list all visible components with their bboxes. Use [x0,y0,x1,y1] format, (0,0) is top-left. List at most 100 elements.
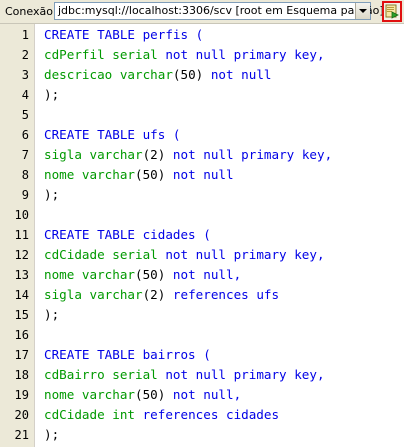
code-line[interactable]: 9); [0,185,404,205]
code-text: ); [44,85,59,105]
code-token: perfis [142,27,189,42]
line-number: 12 [14,248,29,262]
code-line[interactable]: 7 sigla varchar(2) not null primary key, [0,145,404,165]
code-token: not null primary key, [165,47,325,62]
code-line[interactable]: 10 [0,205,404,225]
code-token: (2) [142,287,173,302]
line-number: 7 [21,148,29,162]
code-line[interactable]: 11 CREATE TABLE cidades ( [0,225,404,245]
line-number: 6 [21,128,29,142]
line-number: 13 [14,268,29,282]
line-number: 4 [21,88,29,102]
code-text: ); [44,185,59,205]
code-token: (50) [172,67,211,82]
code-line[interactable]: 8 nome varchar(50) not null [0,165,404,185]
code-line[interactable]: 13 nome varchar(50) not null, [0,265,404,285]
code-token: cdCidade serial [44,247,166,262]
code-token: not null, [172,267,242,282]
code-token: CREATE TABLE ufs ( [44,127,181,142]
line-number: 3 [21,68,29,82]
code-token: nome varchar [44,387,135,402]
code-token: cdBairro serial [44,367,166,382]
code-token: sigla varchar [44,147,143,162]
chevron-down-icon[interactable] [355,3,370,19]
code-line[interactable]: 18 cdBairro serial not null primary key, [0,365,404,385]
code-text: CREATE TABLE cidades ( [44,225,211,245]
run-sql-icon [385,4,399,19]
code-token: ); [44,87,60,102]
code-text: cdPerfil serial not null primary key, [44,45,325,65]
code-token: ( [188,27,204,42]
code-text: ); [44,305,59,325]
code-text: sigla varchar(2) references ufs [44,285,279,305]
line-number: 2 [21,48,29,62]
code-line[interactable]: 1 CREATE TABLE perfis ( [0,25,404,45]
code-text: descricao varchar(50) not null [44,65,272,85]
code-token: not null primary key, [165,247,325,262]
code-line[interactable]: 5 [0,105,404,125]
code-token: (50) [135,267,173,282]
run-sql-button[interactable] [382,1,402,22]
line-number: 16 [14,328,29,342]
code-line[interactable]: 16 [0,325,404,345]
code-token: not null primary key, [172,147,333,162]
code-line[interactable]: 20 cdCidade int references cidades [0,405,404,425]
code-text: CREATE TABLE bairros ( [44,345,211,365]
code-token: CREATE TABLE [44,27,143,42]
code-text: cdBairro serial not null primary key, [44,365,325,385]
code-text: nome varchar(50) not null, [44,265,241,285]
code-token: ); [44,187,60,202]
line-number: 11 [14,228,29,242]
code-text: ); [44,425,59,445]
line-number: 21 [14,428,29,442]
line-number: 5 [21,108,29,122]
code-line[interactable]: 3 descricao varchar(50) not null [0,65,404,85]
code-text: CREATE TABLE ufs ( [44,125,180,145]
connection-toolbar: Conexão: jdbc:mysql://localhost:3306/scv… [0,0,404,24]
code-text: nome varchar(50) not null [44,165,234,185]
code-token: (2) [142,147,173,162]
code-token: CREATE TABLE cidades ( [44,227,211,242]
line-number: 9 [21,188,29,202]
code-token: references cidades [142,407,280,422]
code-text: cdCidade serial not null primary key, [44,245,325,265]
code-token: sigla varchar [44,287,143,302]
code-line[interactable]: 6 CREATE TABLE ufs ( [0,125,404,145]
code-line[interactable]: 19 nome varchar(50) not null, [0,385,404,405]
line-number: 10 [14,208,29,222]
line-number: 20 [14,408,29,422]
code-line[interactable]: 14 sigla varchar(2) references ufs [0,285,404,305]
code-text: cdCidade int references cidades [44,405,279,425]
code-token: not null, [172,387,242,402]
code-text: CREATE TABLE perfis ( [44,25,203,45]
connection-value: jdbc:mysql://localhost:3306/scv [root em… [58,4,384,17]
code-token: (50) [135,387,173,402]
code-token: not null [172,167,234,182]
code-token: cdCidade int [44,407,143,422]
code-line[interactable]: 4); [0,85,404,105]
code-line[interactable]: 17 CREATE TABLE bairros ( [0,345,404,365]
code-token: not null primary key, [165,367,325,382]
code-token: references ufs [172,287,280,302]
connection-label: Conexão: [5,5,57,18]
code-token: ); [44,427,60,442]
connection-select[interactable]: jdbc:mysql://localhost:3306/scv [root em… [54,2,384,20]
code-token: ); [44,307,60,322]
line-number: 8 [21,168,29,182]
line-number: 1 [21,28,29,42]
line-number: 14 [14,288,29,302]
code-token: (50) [135,167,173,182]
line-number: 19 [14,388,29,402]
code-line[interactable]: 12 cdCidade serial not null primary key, [0,245,404,265]
code-line[interactable]: 21); [0,425,404,445]
code-line[interactable]: 15); [0,305,404,325]
code-token: nome varchar [44,267,135,282]
code-text: sigla varchar(2) not null primary key, [44,145,332,165]
code-text: nome varchar(50) not null, [44,385,241,405]
code-token: nome varchar [44,167,135,182]
code-token: descricao varchar [44,67,173,82]
code-line[interactable]: 2 cdPerfil serial not null primary key, [0,45,404,65]
code-token: not null [210,67,272,82]
code-token: CREATE TABLE bairros ( [44,347,211,362]
line-number: 18 [14,368,29,382]
